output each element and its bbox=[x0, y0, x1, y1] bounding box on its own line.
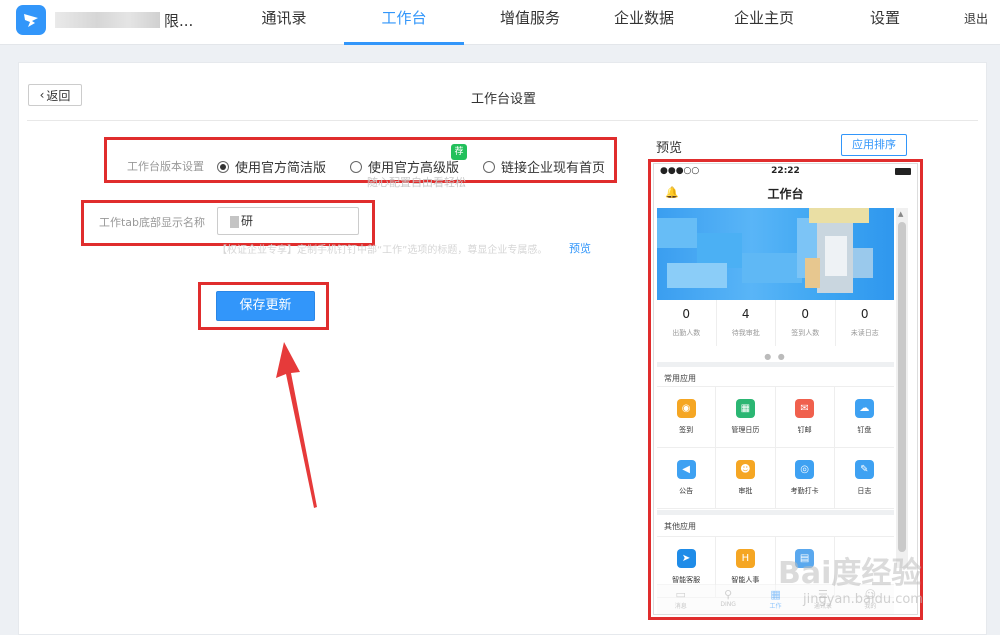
stat-label: 签到人数 bbox=[791, 329, 820, 337]
nav-enterprise-homepage[interactable]: 企业主页 bbox=[718, 0, 810, 45]
stat-value: 4 bbox=[741, 307, 750, 321]
app-tile[interactable]: ☁ 钉盘 bbox=[834, 387, 894, 448]
radio-unselected-icon bbox=[350, 160, 362, 173]
section-separator bbox=[657, 362, 894, 367]
phone-status-bar: ●●●○○ 22:22 bbox=[654, 164, 917, 180]
tab-name-input[interactable]: 研 bbox=[217, 207, 359, 235]
scrollbar-thumb[interactable] bbox=[898, 222, 906, 552]
tab-name-blurred bbox=[230, 215, 239, 228]
app-tile-label: 签到 bbox=[679, 426, 694, 434]
pager-dots: ● ● bbox=[764, 352, 787, 361]
banner-image bbox=[657, 208, 894, 300]
phone-tab[interactable]: ▭ 消息 bbox=[657, 585, 704, 614]
app-tile[interactable]: ◉ 签到 bbox=[657, 387, 717, 448]
recommend-badge-icon: 荐 bbox=[451, 144, 467, 160]
speaker-icon: ◀ bbox=[676, 460, 696, 479]
nav-enterprise-data[interactable]: 企业数据 bbox=[598, 0, 690, 45]
stat-value: 0 bbox=[801, 307, 810, 321]
radio-unselected-icon bbox=[483, 160, 495, 173]
watermark-url: jingyan.baidu.com bbox=[803, 592, 923, 607]
location-pin-icon: ◉ bbox=[676, 399, 696, 418]
calendar-icon: ▦ bbox=[735, 399, 755, 418]
top-navbar: 限... 通讯录 工作台 增值服务 企业数据 企业主页 设置 退出 bbox=[0, 0, 1000, 45]
scroll-up-icon: ▲ bbox=[898, 210, 904, 218]
nav-settings[interactable]: 设置 bbox=[857, 0, 913, 45]
radio-selected-icon bbox=[217, 160, 229, 173]
app-tile[interactable]: ✎ 日志 bbox=[834, 448, 894, 509]
tab-name-hint: 【权证企业专享】定制手机钉钉中部“工作”选项的标题，尊显企业专属感。 bbox=[217, 245, 548, 256]
nav-workbench[interactable]: 工作台 bbox=[344, 0, 464, 45]
tab-name-label: 工作tab底部显示名称 bbox=[98, 216, 205, 229]
tab-name-value: 研 bbox=[241, 214, 254, 228]
stat-label: 出勤人数 bbox=[672, 329, 701, 337]
h-icon: H bbox=[735, 549, 755, 568]
logout-link[interactable]: 退出 bbox=[964, 10, 988, 27]
company-name-suffix: 限... bbox=[164, 11, 194, 30]
preview-scrollbar[interactable]: ▲ bbox=[896, 208, 908, 568]
note-icon: ✎ bbox=[854, 460, 874, 479]
preview-label: 预览 bbox=[656, 141, 683, 156]
version-setting-label: 工作台版本设置 bbox=[127, 160, 204, 173]
app-tile[interactable]: ✉ 钉邮 bbox=[775, 387, 835, 448]
app-tile[interactable]: ◀ 公告 bbox=[657, 448, 717, 509]
app-tile[interactable]: ◎ 考勤打卡 bbox=[775, 448, 835, 509]
tab-label: 工作 bbox=[769, 603, 782, 610]
red-arrow-annotation-icon bbox=[276, 342, 317, 508]
radio-simple-version[interactable]: 使用官方简洁版 bbox=[217, 157, 326, 176]
app-tile-label: 公告 bbox=[679, 487, 694, 495]
app-sort-button[interactable]: 应用排序 bbox=[841, 134, 907, 156]
tab-label: 消息 bbox=[674, 603, 687, 610]
section-separator bbox=[657, 510, 894, 515]
other-apps-title: 其他应用 bbox=[664, 522, 696, 531]
bird-icon: ➤ bbox=[676, 549, 696, 568]
radio-link-existing-homepage[interactable]: 链接企业现有首页 bbox=[483, 157, 605, 176]
stat-value: 0 bbox=[860, 307, 869, 321]
company-name-blurred bbox=[55, 12, 160, 28]
app-tile[interactable]: ☻ 审批 bbox=[716, 448, 776, 509]
stat-pending-approval[interactable]: 4 待我审批 bbox=[717, 300, 776, 346]
stat-unread-logs[interactable]: 0 未读日志 bbox=[836, 300, 895, 346]
stat-label: 待我审批 bbox=[731, 329, 760, 337]
preview-link[interactable]: 预览 bbox=[569, 240, 591, 256]
battery-icon bbox=[895, 168, 911, 175]
app-tile-label: 钉邮 bbox=[797, 426, 812, 434]
person-icon: ☻ bbox=[735, 460, 755, 479]
app-tile-label: 考勤打卡 bbox=[790, 487, 819, 495]
common-apps-title: 常用应用 bbox=[664, 374, 696, 383]
cloud-icon: ☁ bbox=[854, 399, 874, 418]
app-tile-label: 钉盘 bbox=[857, 426, 872, 434]
pin-icon: ◎ bbox=[795, 460, 815, 479]
nav-contacts[interactable]: 通讯录 bbox=[245, 0, 323, 45]
advanced-version-hint: 随心配置自由看轻松 bbox=[367, 176, 466, 189]
tab-label: DING bbox=[720, 601, 736, 608]
stats-row: 0 出勤人数 4 待我审批 0 签到人数 0 未读日志 bbox=[657, 300, 894, 346]
tab-icon: ▭ bbox=[675, 588, 686, 601]
watermark: Bai度经验 bbox=[778, 556, 922, 591]
radio-simple-version-label: 使用官方简洁版 bbox=[235, 161, 327, 176]
page-title: 工作台设置 bbox=[470, 92, 536, 107]
common-apps-grid: ◉ 签到 ▦ 管理日历 ✉ 钉邮 ☁ 钉盘 ◀ 公告 ☻ 审批 ◎ 考勤打卡 ✎ 日志 bbox=[657, 386, 894, 509]
divider bbox=[27, 120, 978, 121]
company-name[interactable]: 限... bbox=[55, 10, 193, 30]
app-tile-label: 审批 bbox=[738, 487, 753, 495]
app-tile-label: 管理日历 bbox=[731, 426, 760, 434]
stat-value: 0 bbox=[682, 307, 691, 321]
app-tile[interactable]: ▦ 管理日历 bbox=[716, 387, 776, 448]
stat-attendance[interactable]: 0 出勤人数 bbox=[657, 300, 717, 346]
stat-check-in[interactable]: 0 签到人数 bbox=[776, 300, 836, 346]
tab-icon: ⚲ bbox=[724, 588, 733, 601]
mail-icon: ✉ bbox=[795, 399, 815, 418]
radio-link-existing-homepage-label: 链接企业现有首页 bbox=[501, 161, 606, 176]
phone-title: 工作台 bbox=[767, 187, 804, 201]
dingtalk-logo-icon[interactable] bbox=[16, 5, 46, 35]
save-update-button[interactable]: 保存更新 bbox=[216, 291, 315, 321]
phone-tab[interactable]: ⚲ DING bbox=[704, 585, 751, 614]
stat-label: 未读日志 bbox=[850, 329, 879, 337]
phone-time: 22:22 bbox=[771, 166, 800, 176]
app-tile-label: 日志 bbox=[857, 487, 872, 495]
nav-value-added-services[interactable]: 增值服务 bbox=[480, 0, 580, 45]
